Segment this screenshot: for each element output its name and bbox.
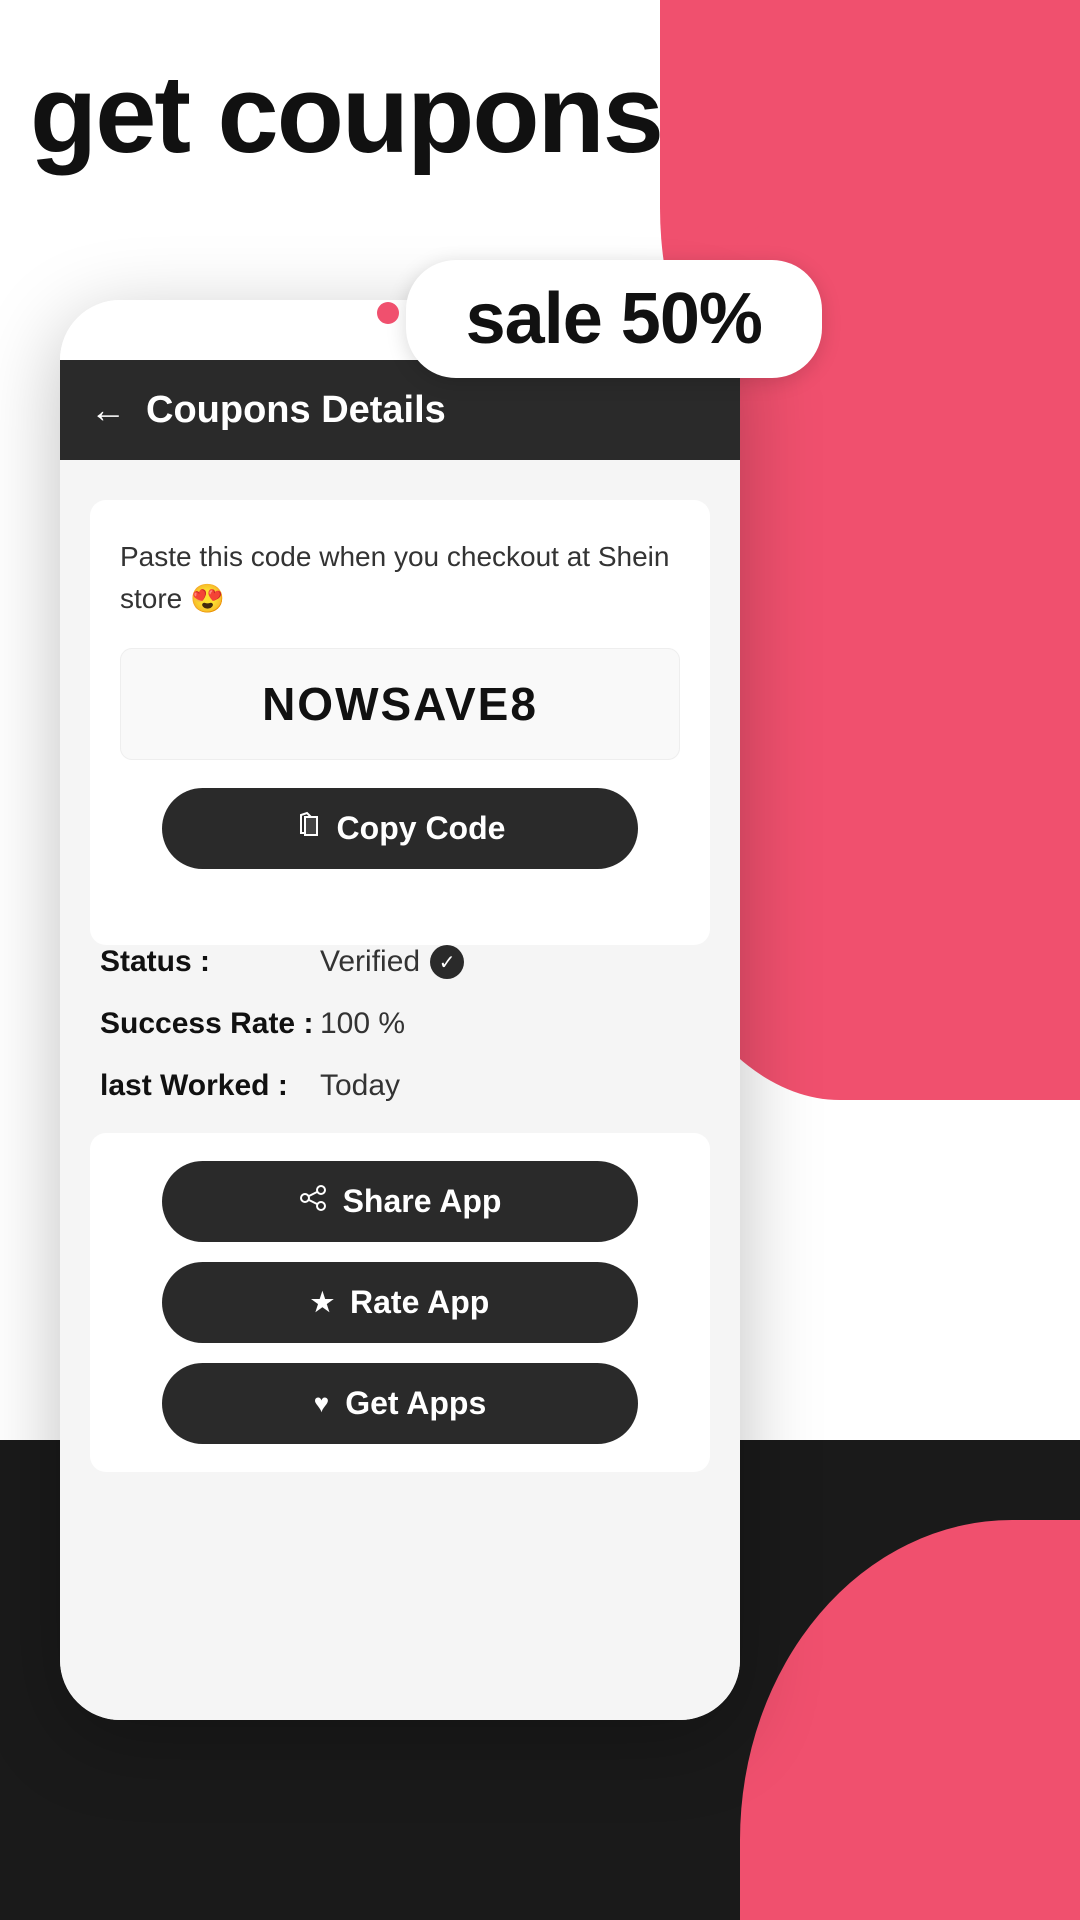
sale-badge-text: sale 50%: [466, 279, 762, 359]
last-worked-row: last Worked : Today: [100, 1069, 700, 1103]
rate-app-label: Rate App: [350, 1284, 489, 1321]
status-value-text: Verified: [320, 945, 420, 979]
status-row: Status : Verified ✓: [100, 945, 700, 979]
coupon-code-box: NOWSAVE8: [120, 648, 680, 760]
share-app-label: Share App: [343, 1183, 502, 1220]
coupon-card: Paste this code when you checkout at She…: [90, 500, 710, 945]
header-area: get coupons sale 50%: [30, 60, 662, 170]
phone-content: Paste this code when you checkout at She…: [60, 460, 740, 1720]
star-icon: ★: [311, 1287, 334, 1318]
action-buttons-card: Share App ★ Rate App ♥ Get Apps: [90, 1133, 710, 1472]
get-apps-label: Get Apps: [345, 1385, 486, 1422]
paste-instruction: Paste this code when you checkout at She…: [120, 536, 680, 620]
success-rate-label: Success Rate :: [100, 1007, 320, 1041]
app-header-title: Coupons Details: [146, 389, 446, 432]
success-rate-row: Success Rate : 100 %: [100, 1007, 700, 1041]
status-label: Status :: [100, 945, 320, 979]
verified-icon: ✓: [430, 945, 464, 979]
heart-icon: ♥: [314, 1388, 329, 1419]
status-value: Verified ✓: [320, 945, 464, 979]
sale-badge: sale 50%: [406, 260, 822, 378]
share-icon: [299, 1184, 327, 1219]
copy-icon: [295, 811, 323, 846]
share-app-button[interactable]: Share App: [162, 1161, 638, 1242]
coupon-code: NOWSAVE8: [262, 678, 538, 730]
last-worked-value: Today: [320, 1069, 400, 1103]
get-coupons-title: get coupons: [30, 60, 662, 170]
copy-code-label: Copy Code: [337, 810, 506, 847]
phone-mockup: 4G 4G ← Coupons Details Paste this code …: [60, 300, 740, 1720]
back-arrow-icon[interactable]: ←: [90, 389, 126, 431]
success-rate-value: 100 %: [320, 1007, 405, 1041]
get-apps-button[interactable]: ♥ Get Apps: [162, 1363, 638, 1444]
phone-notch-dot: [377, 302, 399, 324]
info-section: Status : Verified ✓ Success Rate : 100 %…: [90, 945, 710, 1103]
rate-app-button[interactable]: ★ Rate App: [162, 1262, 638, 1343]
copy-code-button[interactable]: Copy Code: [162, 788, 638, 869]
last-worked-label: last Worked :: [100, 1069, 320, 1103]
